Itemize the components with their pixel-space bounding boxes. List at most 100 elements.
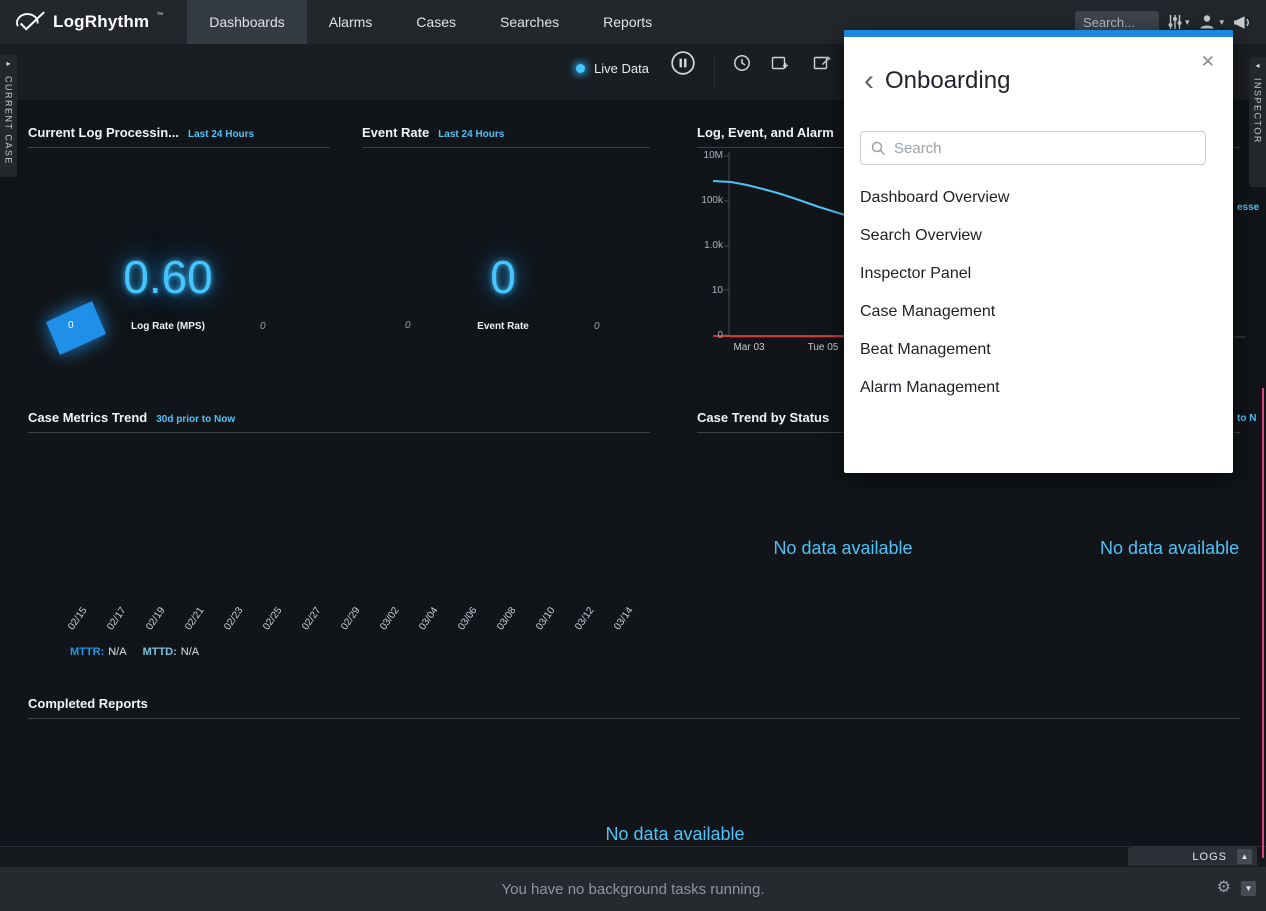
user-menu-button[interactable]: ▾ (1198, 13, 1224, 31)
time-range-button[interactable] (733, 54, 751, 77)
inspector-label: INSPECTOR (1253, 78, 1263, 144)
date-tick-label: 02/17 (105, 605, 128, 632)
panel-title: Log, Event, and Alarm (697, 125, 834, 140)
statusbar-controls: ⚙ ▼ (1217, 880, 1256, 896)
onboarding-search-input[interactable] (860, 131, 1206, 165)
panel-header-event-rate: Event Rate Last 24 Hours (362, 125, 650, 148)
inspector-drawer-tab[interactable]: ◂ INSPECTOR (1249, 57, 1266, 187)
brand-name: LogRhythm (53, 12, 149, 32)
date-tick-slot: 03/10 (517, 601, 556, 647)
no-data-case-trend-status: No data available (697, 538, 989, 559)
date-tick-slot: 02/23 (205, 601, 244, 647)
panel-title: Completed Reports (28, 696, 148, 711)
logrhythm-logo-icon (14, 11, 46, 34)
panel-header-log-processing: Current Log Processin... Last 24 Hours (28, 125, 330, 148)
date-tick-slot: 03/02 (361, 601, 400, 647)
date-tick-slot: 03/14 (595, 601, 634, 647)
onboarding-item[interactable]: Dashboard Overview (844, 179, 1233, 217)
x-tick-label: Mar 03 (727, 342, 771, 353)
expand-logs-button[interactable]: ▲ (1237, 849, 1252, 864)
y-tick-label: 1.0k (692, 240, 723, 251)
nav-tab[interactable]: Cases (394, 0, 478, 44)
edit-dashboard-button[interactable] (813, 55, 831, 76)
panel-range-link[interactable]: Last 24 Hours (188, 129, 254, 140)
live-data-label: Live Data (594, 61, 649, 76)
nav-tab[interactable]: Searches (478, 0, 581, 44)
case-metrics-x-axis: 02/1502/1702/1902/2102/2302/2502/2702/29… (49, 601, 634, 647)
logs-drawer-tab[interactable]: LOGS ▲ (1128, 847, 1257, 866)
gauge-min-label: 0 (405, 320, 411, 331)
date-tick-slot: 02/27 (283, 601, 322, 647)
panel-title: Case Metrics Trend (28, 410, 147, 425)
log-rate-label: Log Rate (MPS) (58, 321, 278, 332)
onboarding-item[interactable]: Beat Management (844, 331, 1233, 369)
onboarding-item[interactable]: Case Management (844, 293, 1233, 331)
panel-range-link[interactable]: Last 24 Hours (438, 129, 504, 140)
panel-title: Current Log Processin... (28, 125, 179, 140)
back-chevron-icon[interactable]: ‹ (864, 70, 874, 92)
clipped-range-fragment: to N (1237, 413, 1256, 424)
dialog-title: Onboarding (885, 67, 1010, 95)
panel-header-case-metrics: Case Metrics Trend 30d prior to Now (28, 410, 650, 433)
date-tick-slot: 03/12 (556, 601, 595, 647)
date-tick-label: 03/08 (495, 605, 518, 632)
collapse-bar-button[interactable]: ▼ (1241, 881, 1256, 896)
onboarding-item[interactable]: Inspector Panel (844, 255, 1233, 293)
nav-tab[interactable]: Dashboards (187, 0, 307, 44)
date-tick-slot: 02/19 (127, 601, 166, 647)
pause-button[interactable] (670, 50, 696, 81)
mttd-label: MTTD: (143, 646, 177, 658)
gauge-max-label: 0 (594, 321, 600, 332)
dialog-accent-bar (844, 30, 1233, 37)
date-tick-slot: 03/08 (478, 601, 517, 647)
status-message: You have no background tasks running. (502, 881, 765, 898)
live-data-dot-icon (576, 64, 585, 73)
date-tick-label: 03/10 (534, 605, 557, 632)
down-arrow-icon: ▼ (1245, 884, 1253, 893)
announcements-icon[interactable] (1233, 14, 1254, 31)
date-tick-label: 02/23 (222, 605, 245, 632)
main-nav-tabs: DashboardsAlarmsCasesSearchesReports (187, 0, 674, 44)
nav-tab[interactable]: Reports (581, 0, 674, 44)
date-tick-slot: 03/06 (439, 601, 478, 647)
event-rate-value: 0 (393, 250, 613, 304)
dialog-header: ‹ Onboarding (844, 37, 1233, 95)
date-tick-label: 02/29 (339, 605, 362, 632)
panel-range-link[interactable]: 30d prior to Now (156, 414, 235, 425)
y-tick-label: 10M (692, 150, 723, 161)
caret-down-icon: ▾ (1219, 17, 1224, 28)
no-data-right-panel: No data available (1100, 538, 1266, 559)
gauge-max-label: 0 (260, 321, 266, 332)
toolbar-divider (714, 54, 715, 90)
expand-right-icon: ▸ (6, 59, 10, 69)
onboarding-item[interactable]: Search Overview (844, 217, 1233, 255)
current-case-drawer-tab[interactable]: ▸ CURRENT CASE (0, 55, 17, 177)
brand-trademark: ™ (156, 12, 163, 19)
nav-tab[interactable]: Alarms (307, 0, 395, 44)
mttr-label: MTTR: (70, 646, 104, 658)
date-tick-label: 02/21 (183, 605, 206, 632)
date-tick-label: 03/06 (456, 605, 479, 632)
date-tick-slot: 03/04 (400, 601, 439, 647)
logs-label: LOGS (1192, 851, 1227, 863)
caret-down-icon: ▾ (1185, 17, 1190, 28)
preferences-menu-button[interactable]: ▾ (1168, 14, 1190, 30)
scrollbar-thumb[interactable] (1262, 388, 1264, 858)
blue-series-line (713, 181, 857, 219)
date-tick-label: 02/27 (300, 605, 323, 632)
onboarding-item[interactable]: Alarm Management (844, 369, 1233, 407)
gear-icon[interactable]: ⚙ (1217, 880, 1231, 896)
date-tick-label: 03/04 (417, 605, 440, 632)
date-tick-slot: 02/25 (244, 601, 283, 647)
date-tick-label: 03/12 (573, 605, 596, 632)
logs-drawer-strip (0, 846, 1266, 866)
clipped-label-fragment: esse (1237, 202, 1259, 213)
sliders-icon (1168, 14, 1182, 30)
onboarding-menu: Dashboard OverviewSearch OverviewInspect… (844, 179, 1233, 407)
add-panel-button[interactable] (771, 55, 789, 76)
live-data-toggle[interactable]: Live Data (576, 56, 649, 80)
close-icon[interactable]: ✕ (1201, 52, 1215, 72)
expand-left-icon: ◂ (1255, 61, 1259, 71)
date-tick-label: 02/19 (144, 605, 167, 632)
app-window: LogRhythm ™ DashboardsAlarmsCasesSearche… (0, 0, 1266, 911)
